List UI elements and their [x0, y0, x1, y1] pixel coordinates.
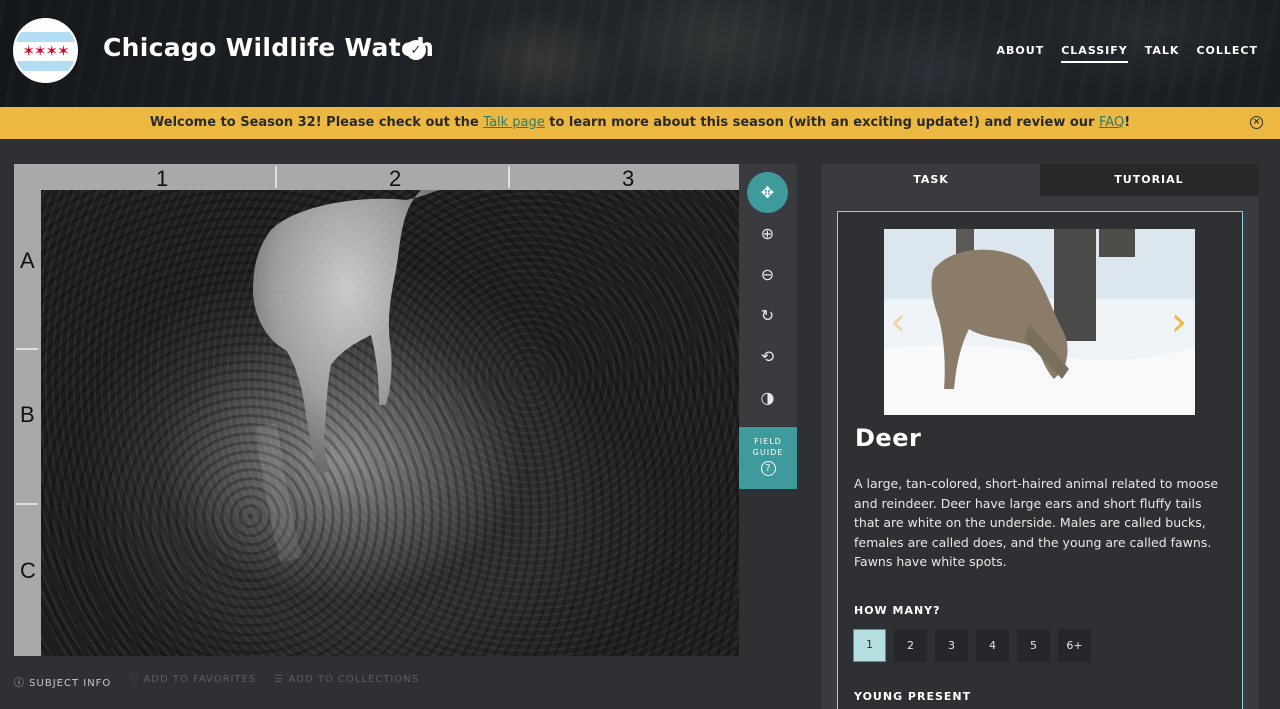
grid-column-label: 3: [622, 166, 635, 191]
tab-task[interactable]: TASK: [822, 164, 1040, 196]
previous-image-icon[interactable]: ‹: [890, 299, 906, 345]
young-present-heading: YOUNG PRESENT: [854, 690, 972, 703]
zoom-out-icon[interactable]: ⊖: [747, 254, 788, 295]
count-option-4[interactable]: 4: [976, 629, 1009, 662]
field-guide-button[interactable]: FIELD GUIDE ?: [739, 427, 797, 489]
count-option-1[interactable]: 1: [853, 629, 886, 662]
count-option-2[interactable]: 2: [894, 629, 927, 662]
question-icon: ?: [760, 461, 776, 476]
grid-row-label: B: [20, 402, 35, 427]
task-tabs: TASK TUTORIAL: [822, 164, 1258, 196]
species-name: Deer: [855, 424, 922, 452]
grid-column-header: 1 2 3: [14, 164, 739, 191]
banner-text: !: [1124, 115, 1131, 130]
grid-row-label: C: [20, 558, 36, 583]
subject-info-button[interactable]: ⓘ SUBJECT INFO: [14, 674, 111, 689]
subject-meta-bar: ⓘ SUBJECT INFO ♡ ADD TO FAVORITES ☰ ADD …: [14, 674, 419, 689]
nav-about[interactable]: ABOUT: [997, 44, 1045, 63]
grid-row-header: A B C: [14, 190, 41, 656]
zoom-in-icon[interactable]: ⊕: [747, 213, 788, 254]
grid-divider: [16, 348, 38, 350]
grid-divider: [508, 166, 510, 188]
viewer-toolbar: ✥ ⊕ ⊖ ↻ ⟲ ◑: [739, 164, 797, 426]
add-to-favorites-button[interactable]: ♡ ADD TO FAVORITES: [129, 674, 256, 689]
talk-page-link[interactable]: Talk page: [483, 115, 545, 130]
subject-viewer[interactable]: 1 2 3 A B C: [14, 164, 739, 656]
grid-divider: [275, 166, 277, 188]
field-guide-label: FIELD: [754, 437, 782, 446]
how-many-heading: HOW MANY?: [854, 604, 941, 617]
nav-classify[interactable]: CLASSIFY: [1061, 44, 1128, 63]
count-option-6-plus[interactable]: 6+: [1058, 629, 1091, 662]
species-description: A large, tan-colored, short-haired anima…: [854, 476, 1219, 569]
tab-tutorial[interactable]: TUTORIAL: [1040, 164, 1258, 196]
banner-text: to learn more about this season (with an…: [544, 115, 1099, 130]
grid-row-label: A: [20, 248, 35, 273]
grid-column-label: 1: [156, 166, 169, 191]
deer-photo: [884, 229, 1195, 415]
field-guide-label: GUIDE: [752, 448, 784, 457]
main-nav: ABOUT CLASSIFY TALK COLLECT: [997, 44, 1258, 63]
reset-icon[interactable]: ⟲: [747, 336, 788, 377]
flag-stripe: [15, 61, 76, 71]
camera-trap-image[interactable]: [41, 190, 739, 656]
invert-icon[interactable]: ◑: [747, 377, 788, 418]
flag-stripe: [15, 32, 76, 42]
count-option-5[interactable]: 5: [1017, 629, 1050, 662]
move-icon[interactable]: ✥: [747, 172, 788, 213]
announcement-banner: Welcome to Season 32! Please check out t…: [0, 107, 1280, 139]
faq-link[interactable]: FAQ: [1099, 115, 1124, 130]
how-many-options: 1 2 3 4 5 6+: [853, 629, 1091, 662]
nav-collect[interactable]: COLLECT: [1196, 44, 1258, 63]
close-banner-icon[interactable]: ×: [1250, 116, 1263, 129]
grid-column-label: 2: [389, 166, 402, 191]
count-option-3[interactable]: 3: [935, 629, 968, 662]
project-title[interactable]: Chicago Wildlife Watch: [103, 33, 434, 62]
grid-divider: [16, 503, 38, 505]
rotate-icon[interactable]: ↻: [747, 295, 788, 336]
species-example-image: ‹ ›: [884, 229, 1195, 415]
deer-silhouette: [253, 190, 441, 563]
site-header: ✶✶✶✶ Chicago Wildlife Watch ✓ ABOUT CLAS…: [0, 0, 1280, 107]
add-to-collections-button[interactable]: ☰ ADD TO COLLECTIONS: [274, 674, 419, 689]
project-logo[interactable]: ✶✶✶✶: [13, 18, 78, 83]
flag-stars-icon: ✶✶✶✶: [22, 42, 69, 60]
verified-check-icon: ✓: [406, 40, 426, 60]
banner-text: Welcome to Season 32! Please check out t…: [149, 115, 484, 130]
nav-talk[interactable]: TALK: [1145, 44, 1180, 63]
next-image-icon[interactable]: ›: [1171, 299, 1187, 345]
